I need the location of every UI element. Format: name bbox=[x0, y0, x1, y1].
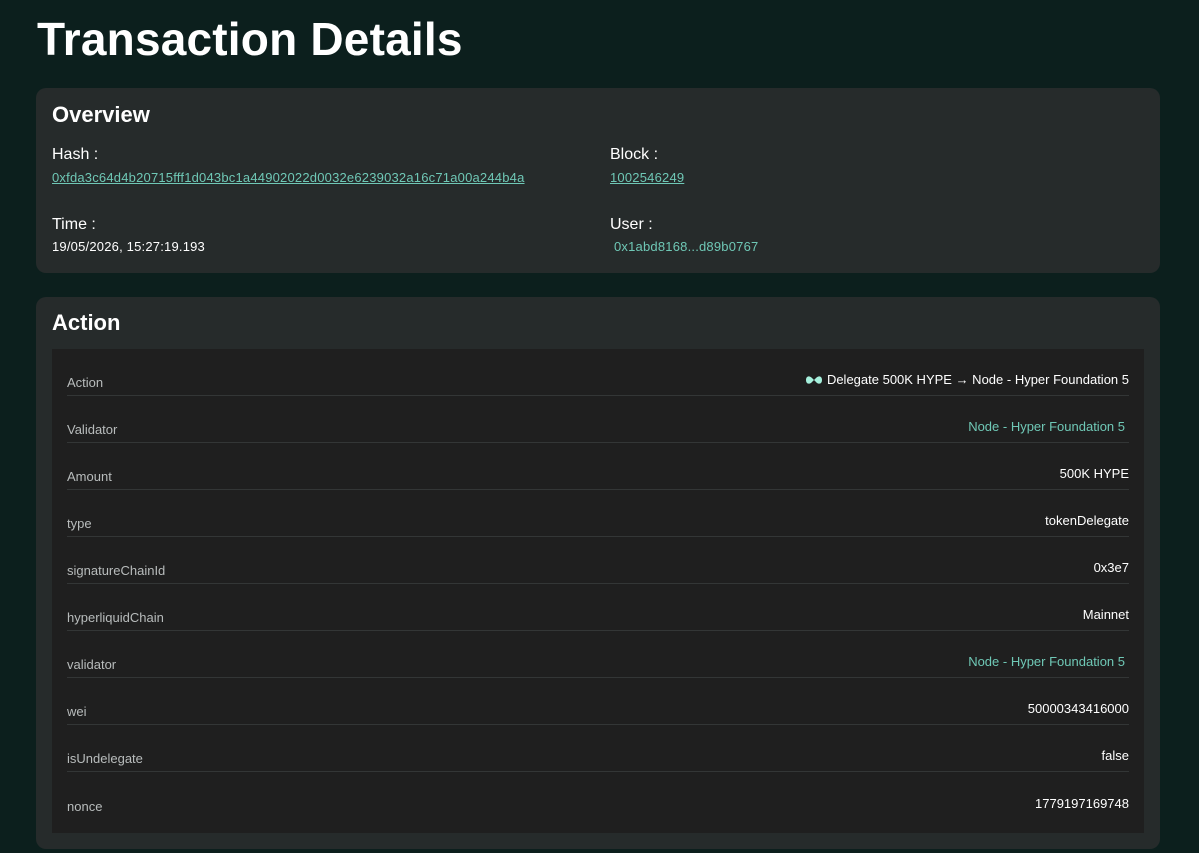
user-label: User : bbox=[610, 216, 653, 233]
hype-logo-icon bbox=[805, 376, 822, 384]
row-value: Mainnet bbox=[1082, 607, 1129, 622]
validator-link[interactable]: Node - Hyper Foundation 5 bbox=[968, 419, 1125, 434]
table-row: type tokenDelegate bbox=[67, 490, 1129, 537]
action-summary-text: Delegate 500K HYPE → Node - Hyper Founda… bbox=[826, 372, 1129, 387]
row-key: Action bbox=[67, 375, 104, 390]
block-link[interactable]: 1002546249 bbox=[610, 170, 684, 185]
overview-title: Overview bbox=[52, 102, 150, 127]
row-key: isUndelegate bbox=[67, 751, 143, 766]
table-row: Action Delegate 500K HYPE → Node - Hyper… bbox=[67, 349, 1129, 396]
row-value: tokenDelegate bbox=[1045, 513, 1129, 528]
table-row: Amount 500K HYPE bbox=[67, 443, 1129, 490]
overview-card: Overview Hash : 0xfda3c64d4b20715fff1d04… bbox=[36, 88, 1160, 273]
page: Transaction Details Overview Hash : 0xfd… bbox=[0, 0, 1199, 853]
hash-label: Hash : bbox=[52, 146, 99, 163]
row-key: validator bbox=[67, 657, 117, 672]
row-value: Delegate 500K HYPE → Node - Hyper Founda… bbox=[805, 372, 1129, 387]
table-row: Validator Node - Hyper Foundation 5 bbox=[67, 396, 1129, 443]
row-key: type bbox=[67, 516, 92, 531]
table-row: hyperliquidChain Mainnet bbox=[67, 584, 1129, 631]
row-key: Amount bbox=[67, 469, 112, 484]
row-value: 0x3e7 bbox=[1093, 560, 1129, 575]
block-label: Block : bbox=[610, 146, 659, 163]
table-row: signatureChainId 0x3e7 bbox=[67, 537, 1129, 584]
time-value: 19/05/2026, 15:27:19.193 bbox=[52, 239, 205, 254]
row-value: 1779197169748 bbox=[1035, 796, 1129, 811]
table-row: validator Node - Hyper Foundation 5 bbox=[67, 631, 1129, 678]
row-value: false bbox=[1101, 748, 1129, 763]
action-title: Action bbox=[52, 310, 121, 335]
row-value: 500K HYPE bbox=[1059, 466, 1129, 481]
row-key: wei bbox=[67, 704, 87, 719]
page-title: Transaction Details bbox=[37, 13, 463, 65]
row-key: signatureChainId bbox=[67, 563, 166, 578]
user-link[interactable]: 0x1abd8168...d89b0767 bbox=[614, 239, 758, 254]
row-key: nonce bbox=[67, 799, 103, 814]
table-row: wei 50000343416000 bbox=[67, 678, 1129, 725]
table-row: isUndelegate false bbox=[67, 725, 1129, 772]
row-key: Validator bbox=[67, 422, 118, 437]
hash-link[interactable]: 0xfda3c64d4b20715fff1d043bc1a44902022d00… bbox=[52, 170, 525, 185]
row-key: hyperliquidChain bbox=[67, 610, 164, 625]
validator-link[interactable]: Node - Hyper Foundation 5 bbox=[968, 654, 1125, 669]
action-card: Action Action Delegate 500K HYPE → Node … bbox=[36, 297, 1160, 849]
time-label: Time : bbox=[52, 216, 96, 233]
row-value: 50000343416000 bbox=[1027, 701, 1129, 716]
action-table: Action Delegate 500K HYPE → Node - Hyper… bbox=[52, 349, 1144, 833]
table-row: nonce 1779197169748 bbox=[67, 772, 1129, 819]
